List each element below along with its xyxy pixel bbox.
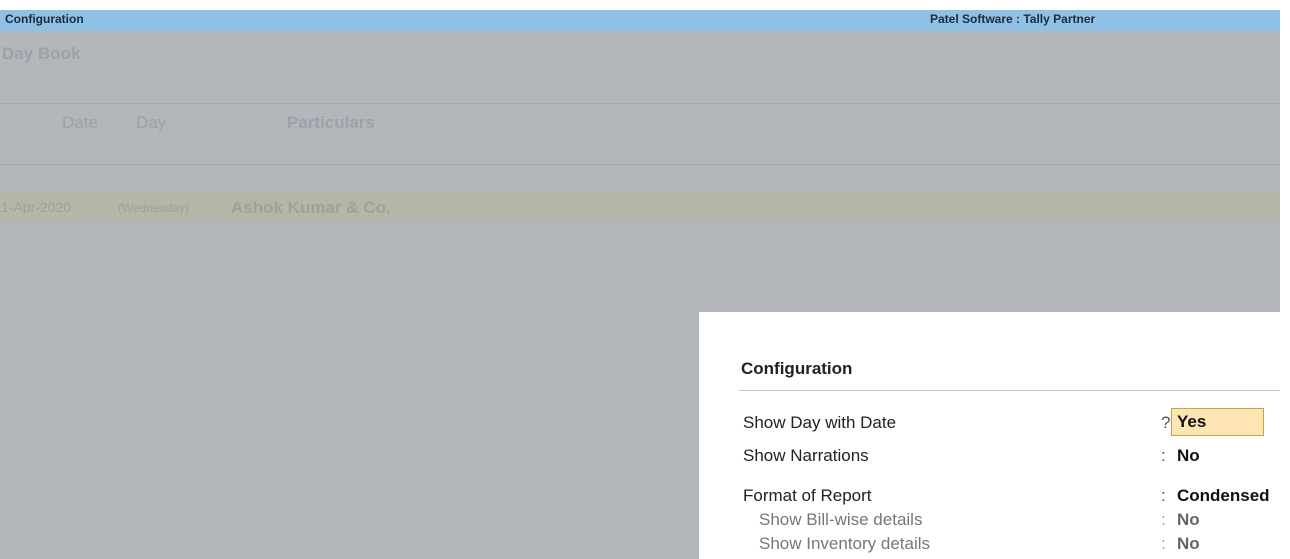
option-value-show-narrations[interactable]: No [1177,446,1200,466]
header-top-rule [0,103,1280,104]
option-label-show-inventory-details: Show Inventory details [759,534,931,553]
option-sep-show-narrations: : [1161,446,1166,465]
option-label-show-narrations: Show Narrations [743,446,869,465]
entry-date: 1-Apr-2020 [1,199,72,215]
option-label-show-bill-wise-details: Show Bill-wise details [759,510,923,529]
option-value-show-day-with-date[interactable]: Yes [1171,408,1264,436]
option-label-format-of-report: Format of Report [743,486,872,505]
column-header-particulars: Particulars [287,113,375,132]
option-sep-format-of-report: : [1161,486,1166,505]
entry-day: (Wednesday) [118,201,190,215]
dialog-title: Configuration [741,359,853,378]
option-value-format-of-report[interactable]: Condensed [1177,486,1280,506]
dialog-title-rule [739,390,1280,391]
option-sep-show-day-with-date: ? [1161,413,1171,432]
header-bottom-rule [0,164,1280,165]
entry-party: Ashok Kumar & Co. [231,198,391,217]
option-label-show-day-with-date: Show Day with Date [743,413,897,432]
column-header-day: Day [136,113,167,132]
report-title: Day Book [2,44,81,63]
option-value-show-inventory-details[interactable]: No [1177,534,1200,554]
option-value-show-bill-wise-details[interactable]: No [1177,510,1200,530]
option-sep-show-bill-wise-details: : [1161,510,1166,529]
configuration-dialog: Configuration Show Day with Date ? Yes S… [699,312,1280,559]
table-row[interactable]: 1-Apr-2020 (Wednesday) Ashok Kumar & Co. [0,193,1280,222]
title-bar-company: Patel Software : Tally Partner [930,12,1096,26]
title-bar: Configuration Patel Software : Tally Par… [0,10,1280,31]
title-bar-left: Configuration [5,12,84,26]
option-sep-show-inventory-details: : [1161,534,1166,553]
column-header-date: Date [62,113,98,132]
